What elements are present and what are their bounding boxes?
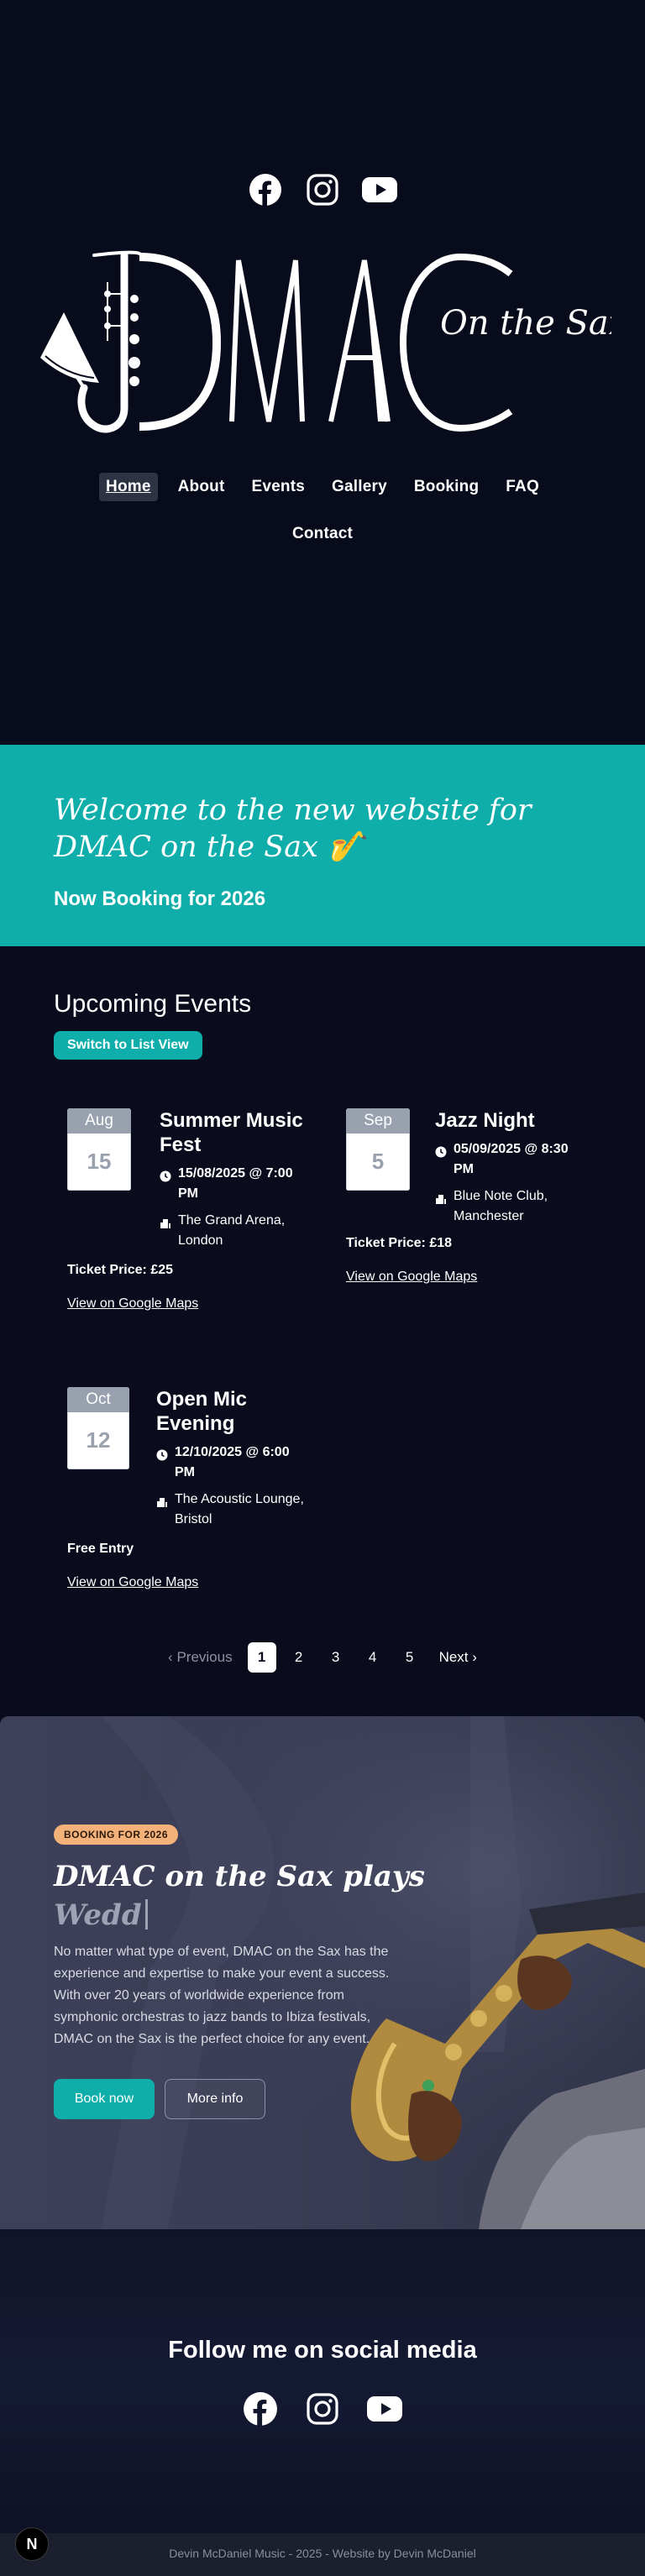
event-title: Summer Music Fest bbox=[160, 1109, 303, 1156]
nav-row-2: Contact bbox=[0, 520, 645, 548]
event-price: Ticket Price: £18 bbox=[346, 1236, 453, 1250]
site-header: On the Sax Home About Events Gallery Boo… bbox=[0, 0, 645, 745]
event-datetime: 12/10/2025 @ 6:00 PM bbox=[156, 1442, 307, 1483]
event-month: Sep bbox=[346, 1108, 410, 1134]
welcome-subtitle: Now Booking for 2026 bbox=[54, 887, 266, 910]
pagination-previous[interactable]: ‹ Previous bbox=[161, 1642, 239, 1673]
instagram-icon[interactable] bbox=[304, 2390, 341, 2427]
event-title: Jazz Night bbox=[435, 1109, 535, 1132]
hero-description: No matter what type of event, DMAC on th… bbox=[54, 1945, 390, 2046]
event-info: Jazz Night 05/09/2025 @ 8:30 PM Blue Not… bbox=[435, 1108, 586, 1227]
follow-title: Follow me on social media bbox=[168, 2337, 477, 2364]
event-datetime: 05/09/2025 @ 8:30 PM bbox=[435, 1139, 586, 1180]
switch-list-view-button[interactable]: Switch to List View bbox=[54, 1031, 202, 1060]
clock-icon bbox=[435, 1139, 454, 1165]
nav-about[interactable]: About bbox=[171, 473, 232, 501]
event-day: 15 bbox=[67, 1134, 131, 1191]
facebook-icon[interactable] bbox=[247, 171, 284, 208]
event-card: Sep 5 Jazz Night 05/09/2025 @ 8:30 PM Bl… bbox=[346, 1108, 598, 1310]
dev-indicator-badge[interactable]: N bbox=[15, 2527, 49, 2561]
pagination-page-4[interactable]: 4 bbox=[359, 1642, 387, 1673]
pagination: ‹ Previous 1 2 3 4 5 Next › bbox=[0, 1642, 645, 1673]
header-social-links bbox=[0, 171, 645, 208]
facebook-icon[interactable] bbox=[242, 2390, 279, 2427]
book-now-button[interactable]: Book now bbox=[54, 2079, 155, 2119]
instagram-icon[interactable] bbox=[304, 171, 341, 208]
pagination-page-2[interactable]: 2 bbox=[285, 1642, 313, 1673]
pagination-page-1[interactable]: 1 bbox=[247, 1642, 276, 1673]
youtube-icon[interactable] bbox=[366, 2390, 403, 2427]
hero-title: DMAC on the Sax plays bbox=[54, 1860, 425, 1893]
nav-row-1: Home About Events Gallery Booking FAQ bbox=[0, 473, 645, 501]
event-venue-text: The Grand Arena, London bbox=[178, 1213, 286, 1248]
more-info-button[interactable]: More info bbox=[165, 2079, 265, 2119]
event-card: Oct 12 Open Mic Evening 12/10/2025 @ 6:0… bbox=[67, 1387, 319, 1614]
events-title: Upcoming Events bbox=[54, 990, 252, 1018]
site-footer: Devin McDaniel Music - 2025 - Website by… bbox=[0, 2533, 645, 2576]
nav-contact[interactable]: Contact bbox=[286, 520, 359, 548]
welcome-title: Welcome to the new website for DMAC on t… bbox=[54, 793, 532, 864]
google-maps-link[interactable]: View on Google Maps bbox=[67, 1575, 198, 1590]
event-card: Aug 15 Summer Music Fest 15/08/2025 @ 7:… bbox=[67, 1108, 319, 1335]
google-maps-link[interactable]: View on Google Maps bbox=[346, 1270, 477, 1285]
event-day: 5 bbox=[346, 1134, 410, 1191]
pagination-previous-label: Previous bbox=[176, 1649, 233, 1665]
nav-gallery[interactable]: Gallery bbox=[325, 473, 394, 501]
event-month: Aug bbox=[67, 1108, 131, 1134]
event-venue: Blue Note Club, Manchester bbox=[435, 1186, 586, 1227]
nav-booking[interactable]: Booking bbox=[407, 473, 485, 501]
event-info: Summer Music Fest 15/08/2025 @ 7:00 PM T… bbox=[160, 1108, 311, 1251]
social-follow-section: Follow me on social media bbox=[0, 2229, 645, 2533]
pagination-page-3[interactable]: 3 bbox=[322, 1642, 350, 1673]
event-venue: The Grand Arena, London bbox=[160, 1211, 311, 1251]
event-date-badge: Oct 12 bbox=[67, 1387, 129, 1469]
event-title: Open Mic Evening bbox=[156, 1388, 248, 1435]
event-datetime-text: 05/09/2025 @ 8:30 PM bbox=[454, 1142, 569, 1176]
booking-badge: BOOKING FOR 2026 bbox=[54, 1825, 179, 1845]
event-date-badge: Sep 5 bbox=[346, 1108, 410, 1191]
event-month: Oct bbox=[67, 1387, 129, 1412]
event-price: Free Entry bbox=[67, 1542, 134, 1556]
footer-social-links bbox=[0, 2390, 645, 2427]
event-day: 12 bbox=[67, 1412, 129, 1469]
pagination-next[interactable]: Next › bbox=[433, 1642, 484, 1673]
hero-typed-text: Wedd bbox=[54, 1896, 148, 1935]
brand-tagline: On the Sax bbox=[440, 304, 611, 343]
building-icon bbox=[156, 1490, 175, 1515]
event-datetime: 15/08/2025 @ 7:00 PM bbox=[160, 1164, 311, 1204]
nav-faq[interactable]: FAQ bbox=[499, 473, 546, 501]
upcoming-events-section: Upcoming Events Switch to List View Aug … bbox=[0, 946, 645, 1716]
event-price: Ticket Price: £25 bbox=[67, 1263, 174, 1277]
footer-credits: Devin McDaniel Music - 2025 - Website by… bbox=[169, 2547, 476, 2560]
welcome-banner: Welcome to the new website for DMAC on t… bbox=[0, 745, 645, 946]
pagination-page-5[interactable]: 5 bbox=[396, 1642, 424, 1673]
event-datetime-text: 12/10/2025 @ 6:00 PM bbox=[175, 1445, 290, 1479]
page: On the Sax Home About Events Gallery Boo… bbox=[0, 0, 645, 2576]
brand-logo[interactable]: On the Sax bbox=[40, 249, 627, 437]
building-icon bbox=[435, 1186, 454, 1212]
event-venue-text: The Acoustic Lounge, Bristol bbox=[175, 1492, 304, 1526]
main-nav: Home About Events Gallery Booking FAQ Co… bbox=[0, 473, 645, 567]
building-icon bbox=[160, 1211, 178, 1236]
youtube-icon[interactable] bbox=[361, 171, 398, 208]
pagination-next-label: Next bbox=[438, 1649, 469, 1665]
event-info: Open Mic Evening 12/10/2025 @ 6:00 PM Th… bbox=[156, 1387, 307, 1530]
event-datetime-text: 15/08/2025 @ 7:00 PM bbox=[178, 1166, 293, 1201]
event-venue: The Acoustic Lounge, Bristol bbox=[156, 1490, 307, 1530]
event-venue-text: Blue Note Club, Manchester bbox=[454, 1189, 548, 1223]
hero-typed-word: Wedd bbox=[54, 1898, 142, 1932]
typing-cursor bbox=[144, 1899, 148, 1929]
nav-home[interactable]: Home bbox=[99, 473, 158, 501]
event-date-badge: Aug 15 bbox=[67, 1108, 131, 1191]
nav-events[interactable]: Events bbox=[245, 473, 312, 501]
clock-icon bbox=[160, 1164, 178, 1189]
clock-icon bbox=[156, 1442, 175, 1468]
booking-hero: BOOKING FOR 2026 DMAC on the Sax plays W… bbox=[0, 1716, 645, 2229]
google-maps-link[interactable]: View on Google Maps bbox=[67, 1296, 198, 1312]
